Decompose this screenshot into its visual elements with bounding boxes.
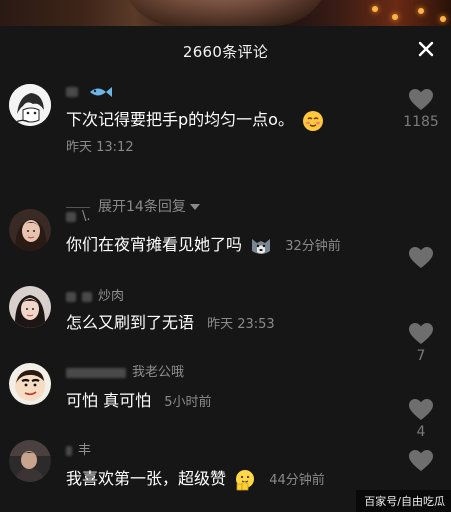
comment-username[interactable]: 我老公哦	[66, 361, 184, 380]
comment-time: 44分钟前	[269, 473, 325, 488]
girl-avatar[interactable]	[9, 286, 51, 328]
close-icon[interactable]	[415, 38, 437, 60]
like-button[interactable]: 4	[401, 398, 441, 440]
like-count: 1185	[403, 114, 439, 130]
comments-panel: 2660条评论 下次记得要把手p的均匀一点o。 昨天 13:12 1185 展开…	[0, 26, 451, 512]
fish-icon	[90, 86, 113, 97]
girl-avatar[interactable]	[9, 209, 51, 251]
comment-username[interactable]: 炒肉	[66, 285, 124, 304]
like-button[interactable]: 7	[401, 322, 441, 364]
comment-time: 昨天 13:12	[66, 140, 134, 155]
like-count: 7	[416, 348, 426, 364]
comment-text: 可怕 真可怕 5小时前	[66, 391, 212, 410]
comment-text: 怎么又刷到了无语 昨天 23:53	[66, 313, 275, 332]
heart-icon	[409, 247, 433, 268]
like-button[interactable]	[401, 246, 441, 272]
like-count: 4	[416, 424, 426, 440]
comment-time: 5小时前	[164, 395, 212, 410]
heart-icon	[409, 323, 433, 344]
watermark: 百家号/自由吃瓜	[356, 490, 451, 512]
video-background	[0, 0, 451, 26]
person-avatar[interactable]	[9, 440, 51, 482]
shinchan-avatar[interactable]	[9, 363, 51, 405]
comment-text: 下次记得要把手p的均匀一点o。	[66, 106, 324, 132]
thumbs-up-emoji-icon	[236, 469, 255, 490]
heart-icon	[409, 450, 433, 471]
comment-username[interactable]	[66, 84, 114, 99]
chevron-down-icon	[189, 204, 200, 210]
anime-avatar[interactable]	[9, 84, 51, 126]
comments-count-title: 2660条评论	[182, 43, 269, 61]
comment-text: 我喜欢第一张，超级赞 44分钟前	[66, 465, 325, 491]
husky-emoji-icon	[252, 238, 271, 254]
comment-username[interactable]: \.	[66, 209, 91, 224]
like-button[interactable]: 1185	[401, 88, 441, 130]
like-button[interactable]	[401, 449, 441, 475]
comment-text: 你们在夜宵摊看见她了吗 32分钟前	[66, 231, 341, 257]
comments-header: 2660条评论	[0, 26, 451, 76]
heart-icon	[409, 89, 433, 110]
heart-icon	[409, 399, 433, 420]
comment-time: 昨天 23:53	[207, 317, 275, 332]
comment-username[interactable]: 丰	[66, 439, 91, 458]
comment-time: 32分钟前	[285, 239, 341, 254]
blush-emoji-icon	[303, 110, 324, 131]
